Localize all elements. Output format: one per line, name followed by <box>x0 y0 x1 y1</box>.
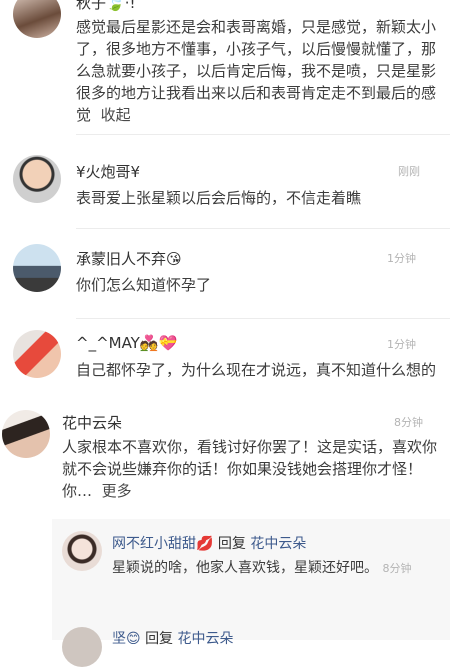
reply-thread: 网不红小甜甜💋 回复 花中云朵 星颖说的啥，他家人喜欢钱，星颖还好吧。 8分钟 … <box>52 519 450 667</box>
comment-time: 刚刚 <box>398 165 420 178</box>
reply-author[interactable]: 网不红小甜甜 <box>112 536 196 552</box>
avatar[interactable] <box>13 330 61 378</box>
reply-time: 8分钟 <box>382 562 412 575</box>
avatar[interactable] <box>2 410 50 458</box>
comment-item: ^_^MAY💑💝 1分钟 自己都怀孕了，为什么现在才说远，真不知道什么想的 <box>0 320 450 400</box>
comment-time: 1分钟 <box>387 338 416 351</box>
reply-header: 坚😊 回复 花中云朵 <box>112 631 234 647</box>
divider <box>76 228 450 229</box>
smile-emoji-icon: 😊 <box>126 631 141 647</box>
kiss-emoji-icon: 😘 <box>166 250 182 268</box>
avatar[interactable] <box>13 0 61 38</box>
avatar[interactable] <box>13 155 61 203</box>
comment-author[interactable]: ^_^MAY💑💝 <box>76 334 177 352</box>
comment-author[interactable]: 秋子🍃·! <box>76 0 135 13</box>
comment-text: 表哥爱上张星颖以后会后悔的，不信走着瞧 <box>76 189 362 207</box>
comment-text: 自己都怀孕了，为什么现在才说远，真不知道什么想的 <box>76 361 437 379</box>
comment-time: 1分钟 <box>387 252 416 265</box>
comment-item: ¥火炮哥¥ 刚刚 表哥爱上张星颖以后会后悔的，不信走着瞧 <box>0 145 450 229</box>
comment-author[interactable]: 承蒙旧人不弃😘 <box>76 248 182 269</box>
avatar[interactable] <box>13 244 61 292</box>
comment-author[interactable]: ¥火炮哥¥ <box>76 161 140 182</box>
reply-header: 网不红小甜甜💋 回复 花中云朵 <box>112 536 307 552</box>
lips-emoji-icon: 💋 <box>196 536 214 552</box>
avatar[interactable] <box>62 627 102 667</box>
divider <box>76 318 450 319</box>
comment-item: 秋子🍃·! 感觉最后星影还是会和表哥离婚，只是感觉，新颖太小了，很多地方不懂事，… <box>0 0 450 135</box>
comment-author[interactable]: 花中云朵 <box>62 412 122 433</box>
leaf-emoji-icon: 🍃 <box>106 0 125 12</box>
comment-time: 8分钟 <box>394 416 423 429</box>
divider <box>76 134 450 135</box>
reply-text: 星颖说的啥，他家人喜欢钱，星颖还好吧。 8分钟 <box>112 560 412 576</box>
reply-target[interactable]: 花中云朵 <box>250 536 306 552</box>
avatar[interactable] <box>62 531 102 571</box>
reply-target[interactable]: 花中云朵 <box>178 631 234 647</box>
reply-author[interactable]: 坚😊 <box>112 631 141 647</box>
comment-text: 人家根本不喜欢你，看钱讨好你罢了！这是实话，喜欢你就不会说些嫌弃你的话！你如果没… <box>62 438 438 500</box>
couple-emoji-icon: 💑💝 <box>139 334 178 352</box>
comment-item: 承蒙旧人不弃😘 1分钟 你们怎么知道怀孕了 <box>0 232 450 319</box>
more-link[interactable]: 更多 <box>102 482 132 500</box>
collapse-link[interactable]: 收起 <box>101 106 131 124</box>
comment-text: 你们怎么知道怀孕了 <box>76 276 212 294</box>
comment-text: 感觉最后星影还是会和表哥离婚，只是感觉，新颖太小了，很多地方不懂事，小孩子气，以… <box>76 18 437 124</box>
